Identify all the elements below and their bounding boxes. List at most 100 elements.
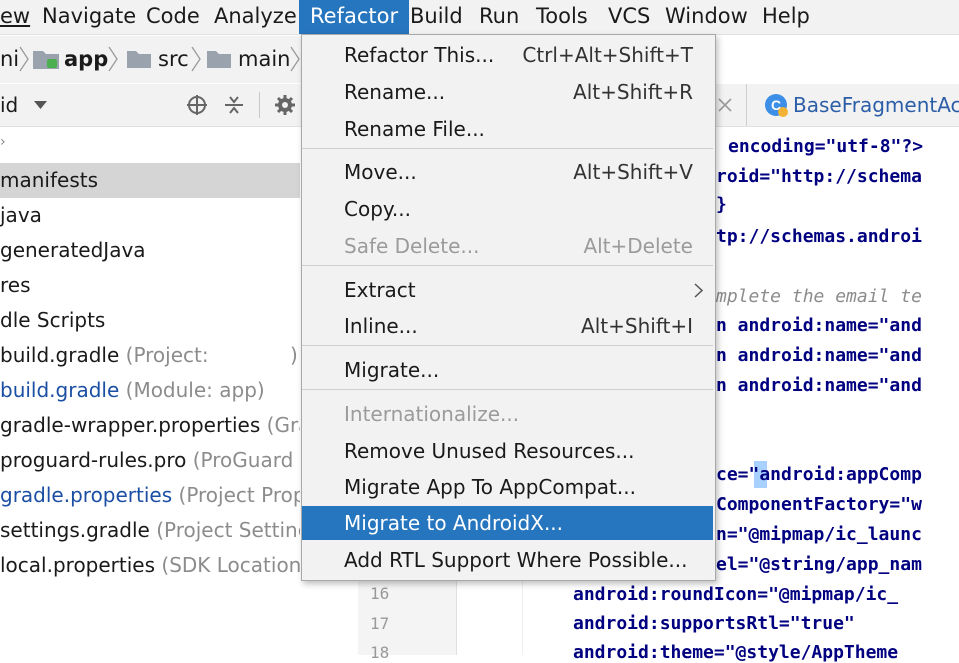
chevron-right-icon: [290, 46, 300, 72]
menu-item-shortcut: Alt+Shift+R: [573, 80, 693, 104]
menu-bar: ew Navigate Code Analyze Refactor Build …: [0, 0, 959, 35]
menu-item-label: Move...: [344, 160, 417, 184]
menu-vcs[interactable]: VCS: [608, 0, 650, 34]
breadcrumb-src[interactable]: src: [158, 36, 189, 83]
menu-item-rename-file[interactable]: Rename File...: [302, 112, 713, 146]
menu-navigate[interactable]: Navigate: [42, 0, 136, 34]
close-tab-icon[interactable]: [717, 97, 733, 113]
code-line: tp://schemas.androi: [716, 226, 922, 247]
menu-item-remove-unused-resources[interactable]: Remove Unused Resources...: [302, 434, 713, 468]
menu-help[interactable]: Help: [762, 0, 810, 34]
menu-item-migrate[interactable]: Migrate...: [302, 353, 713, 387]
code-comment: mplete the email te: [716, 286, 922, 307]
menu-build[interactable]: Build: [410, 0, 463, 34]
menu-analyze[interactable]: Analyze: [214, 0, 297, 34]
menu-item-label: Rename...: [344, 80, 446, 104]
menu-item-label: Inline...: [344, 314, 418, 338]
tree-item-build-gradle-project[interactable]: build.gradle (Project: ): [0, 338, 300, 373]
menu-separator: [302, 265, 713, 266]
tree-item-res[interactable]: res: [0, 268, 300, 303]
refactor-dropdown-menu: Refactor This... Ctrl+Alt+Shift+T Rename…: [301, 34, 716, 581]
tree-item-generatedjava[interactable]: generatedJava: [0, 233, 300, 268]
class-icon: C: [765, 94, 788, 117]
menu-item-migrate-androidx[interactable]: Migrate to AndroidX...: [302, 506, 713, 540]
menu-item-label: Internationalize...: [344, 402, 520, 426]
code-line: encoding="utf-8"?>: [728, 136, 924, 157]
project-tree: › manifests java generatedJava res dle S…: [0, 127, 300, 655]
tree-item-label: res: [0, 273, 31, 297]
tree-item-label: build.gradle: [0, 343, 120, 367]
menu-item-label: Migrate App To AppCompat...: [344, 475, 636, 499]
menu-view[interactable]: ew: [0, 0, 30, 34]
menu-item-inline[interactable]: Inline... Alt+Shift+I: [302, 309, 713, 343]
breadcrumb-main[interactable]: main: [238, 36, 290, 83]
caret-down-icon[interactable]: [34, 101, 47, 110]
gear-icon[interactable]: [274, 94, 296, 116]
menu-item-copy[interactable]: Copy...: [302, 192, 713, 226]
menu-item-internationalize: Internationalize...: [302, 397, 713, 431]
tree-item-label: proguard-rules.pro: [0, 448, 187, 472]
breadcrumb-app[interactable]: app: [64, 36, 108, 83]
code-line: android:roundIcon="@mipmap/ic_: [573, 584, 899, 605]
menu-item-move[interactable]: Move... Alt+Shift+V: [302, 155, 713, 189]
menu-item-add-rtl-support[interactable]: Add RTL Support Where Possible...: [302, 543, 713, 577]
code-line: android:theme="@style/AppTheme: [573, 642, 899, 663]
menu-tools[interactable]: Tools: [536, 0, 588, 34]
line-number: 16: [370, 584, 390, 603]
tree-item-label: local.properties: [0, 553, 156, 577]
folder-icon: [127, 51, 151, 68]
tree-item-manifests[interactable]: manifests: [0, 163, 300, 198]
menu-item-refactor-this[interactable]: Refactor This... Ctrl+Alt+Shift+T: [302, 38, 713, 72]
tree-item-java[interactable]: java: [0, 198, 300, 233]
menu-item-shortcut: Alt+Shift+I: [581, 314, 693, 338]
tree-expand-arrow-icon: ›: [0, 134, 6, 150]
tree-item-hint: (Project Settings): [156, 518, 300, 542]
tree-item-hint: (Project Proper: [178, 483, 300, 507]
tree-item-proguard[interactable]: proguard-rules.pro (ProGuard Ru: [0, 443, 300, 478]
code-line: android:supportsRtl="true": [573, 613, 855, 634]
menu-item-label: Safe Delete...: [344, 234, 480, 258]
tree-item-label: java: [0, 203, 42, 227]
tree-row-collapsed[interactable]: ›: [0, 127, 300, 163]
line-number: 17: [370, 614, 390, 633]
code-line: roid="http://schema: [716, 166, 922, 187]
code-line: n android:name="and: [716, 315, 922, 336]
tree-item-label: manifests: [0, 168, 98, 192]
menu-item-label: Migrate...: [344, 358, 440, 382]
menu-item-rename[interactable]: Rename... Alt+Shift+R: [302, 75, 713, 109]
menu-item-extract[interactable]: Extract: [302, 273, 713, 307]
tree-item-local-properties[interactable]: local.properties (SDK Location): [0, 548, 300, 583]
menu-item-migrate-appcompat[interactable]: Migrate App To AppCompat...: [302, 470, 713, 504]
code-line: ce="android:appComp: [716, 464, 922, 485]
tree-item-gradle-wrapper[interactable]: gradle-wrapper.properties (Gradle: [0, 408, 300, 443]
menu-item-label: Migrate to AndroidX...: [344, 511, 564, 535]
menu-item-label: Refactor This...: [344, 43, 495, 67]
breadcrumb: ni app src main: [0, 36, 310, 83]
collapse-all-icon[interactable]: [223, 94, 245, 116]
tree-item-hint: (Gradle: [266, 413, 300, 437]
editor-tab-title[interactable]: BaseFragmentActi: [793, 84, 959, 126]
tree-item-label: dle Scripts: [0, 308, 106, 332]
menu-separator: [302, 389, 713, 390]
tree-item-gradle-scripts[interactable]: dle Scripts: [0, 303, 300, 338]
code-line: n android:name="and: [716, 345, 922, 366]
code-line: n android:name="and: [716, 375, 922, 396]
menu-separator: [302, 345, 713, 346]
tree-item-build-gradle-module[interactable]: build.gradle (Module: app): [0, 373, 300, 408]
chevron-right-icon: [191, 46, 201, 72]
tree-item-hint: (SDK Location): [161, 553, 300, 577]
tree-item-gradle-properties[interactable]: gradle.properties (Project Proper: [0, 478, 300, 513]
menu-run[interactable]: Run: [479, 0, 519, 34]
chevron-right-icon: [19, 46, 29, 72]
locate-target-icon[interactable]: [186, 94, 208, 116]
tree-item-settings-gradle[interactable]: settings.gradle (Project Settings): [0, 513, 300, 548]
tree-item-hint: (ProGuard Ru: [192, 448, 300, 472]
menu-window[interactable]: Window: [665, 0, 748, 34]
menu-item-label: Extract: [344, 278, 416, 302]
module-folder-icon: [33, 51, 59, 69]
menu-code[interactable]: Code: [146, 0, 200, 34]
menu-refactor[interactable]: Refactor: [299, 0, 410, 34]
breadcrumb-project[interactable]: ni: [0, 36, 19, 83]
project-view-selector[interactable]: id: [0, 84, 18, 126]
tree-item-hint: (Module: app): [125, 378, 265, 402]
